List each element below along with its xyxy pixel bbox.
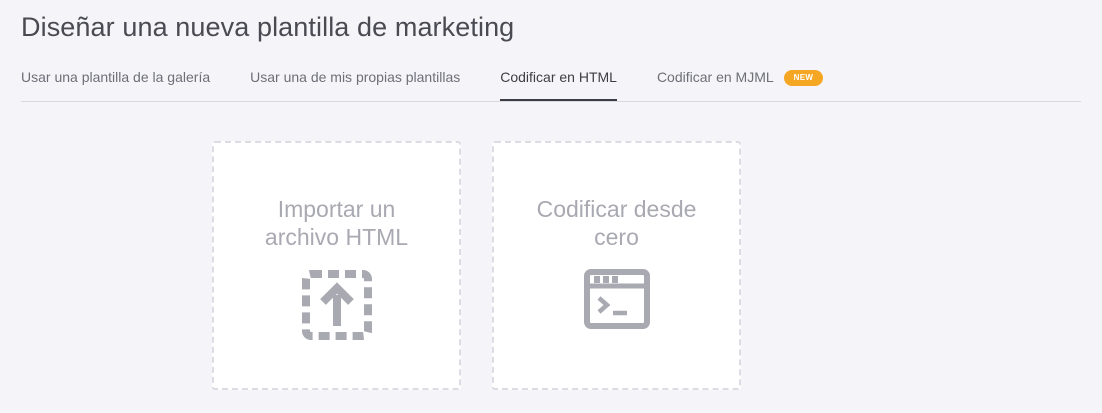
- card-label: Importar un archivo HTML: [214, 195, 459, 251]
- tab-bar: Usar una plantilla de la galería Usar un…: [21, 66, 1081, 102]
- page-title: Diseñar una nueva plantilla de marketing: [21, 12, 515, 42]
- new-badge: NEW: [783, 70, 824, 86]
- card-label-line: cero: [594, 224, 639, 250]
- import-html-card[interactable]: Importar un archivo HTML: [212, 141, 461, 390]
- tab-code-mjml[interactable]: Codificar en MJML NEW: [656, 66, 824, 100]
- tab-label: Usar una de mis propias plantillas: [250, 69, 461, 85]
- tab-gallery-template[interactable]: Usar una plantilla de la galería: [21, 66, 210, 100]
- card-label-line: Codificar desde: [536, 196, 697, 222]
- card-label-line: archivo HTML: [264, 224, 409, 250]
- card-label: Codificar desde cero: [494, 195, 739, 251]
- tab-label: Codificar en MJML: [656, 69, 774, 85]
- card-label-line: Importar un: [277, 196, 396, 222]
- tab-label: Codificar en HTML: [500, 69, 617, 85]
- tab-label: Usar una plantilla de la galería: [21, 69, 211, 85]
- terminal-window-icon: [583, 269, 650, 334]
- page: Diseñar una nueva plantilla de marketing…: [0, 0, 1102, 413]
- tab-code-html[interactable]: Codificar en HTML: [500, 66, 617, 101]
- tab-own-templates[interactable]: Usar una de mis propias plantillas: [250, 66, 460, 100]
- code-from-scratch-card[interactable]: Codificar desde cero: [492, 141, 741, 390]
- upload-dashed-icon: [301, 269, 373, 346]
